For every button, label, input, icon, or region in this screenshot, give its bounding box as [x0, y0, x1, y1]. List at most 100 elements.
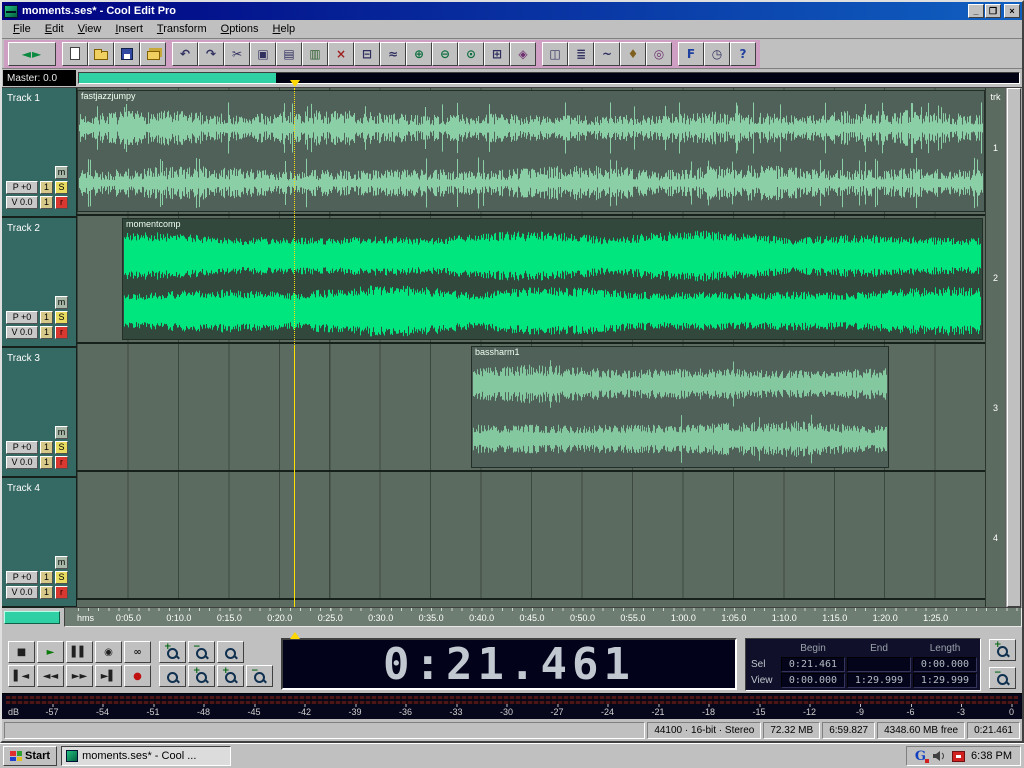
view-end-value[interactable]: 1:29.999 [847, 672, 911, 688]
waveform-lanes[interactable]: fastjazzjumpy momentcomp bassharm1 [77, 88, 985, 607]
menu-options[interactable]: Options [214, 21, 266, 37]
play-button[interactable]: ► [37, 641, 64, 663]
go-to-end-button[interactable]: ►▌ [95, 665, 122, 687]
playhead-marker-top[interactable] [290, 80, 300, 92]
delete-selection-button[interactable]: × [328, 41, 354, 66]
track-name[interactable]: Track 2 [2, 218, 76, 234]
track-1-lane[interactable]: fastjazzjumpy [77, 88, 985, 216]
cue-list-window-button[interactable]: ♦ [620, 41, 646, 66]
track-name[interactable]: Track 1 [2, 88, 76, 104]
zoom-in-vertical-button[interactable]: + [989, 639, 1016, 661]
sel-length-value[interactable]: 0:00.000 [913, 656, 977, 672]
paste-button[interactable]: ▤ [276, 41, 302, 66]
track-bus-button[interactable]: 1 [40, 181, 53, 194]
stop-button[interactable]: ■ [8, 641, 35, 663]
close-button[interactable]: × [1004, 4, 1020, 18]
timeline-ruler[interactable]: hms 0:05.0 0:10.0 0:15.0 0:20.0 0:25.0 0:30.0… [64, 607, 1022, 627]
session-clock-button[interactable]: ◷ [704, 41, 730, 66]
trim-button[interactable]: ⊟ [354, 41, 380, 66]
vertical-scrollbar[interactable] [1005, 88, 1022, 607]
track-bus-button[interactable]: 1 [40, 196, 53, 209]
save-session-button[interactable] [114, 41, 140, 66]
level-meter[interactable]: dB -57 -54 -51 -48 -45 -42 -39 -36 -33 -30 -27 -24-… [2, 693, 1022, 719]
track-solo-button[interactable]: S [55, 441, 68, 454]
vertical-scrollbar-thumb[interactable] [1007, 88, 1021, 607]
menu-insert[interactable]: Insert [108, 21, 150, 37]
track-mute-button[interactable]: m [55, 556, 68, 569]
zoom-out-horizontal-button[interactable]: − [188, 641, 215, 663]
multitrack-view-toggle-button[interactable]: ◄► [8, 41, 56, 66]
mix-paste-button[interactable]: ▥ [302, 41, 328, 66]
track-name[interactable]: Track 4 [2, 478, 76, 494]
group-blocks-button[interactable]: ◈ [510, 41, 536, 66]
track-mute-button[interactable]: m [55, 166, 68, 179]
track-4-lane[interactable] [77, 472, 985, 600]
maximize-button[interactable]: ❐ [985, 4, 1001, 18]
undo-button[interactable]: ↶ [172, 41, 198, 66]
organizer-window-button[interactable]: ◫ [542, 41, 568, 66]
session-overview-bar[interactable] [78, 72, 1020, 84]
zoom-in-left-edge-button[interactable]: + [188, 665, 215, 687]
save-all-button[interactable] [140, 41, 166, 66]
taskbar-task-button[interactable]: moments.ses* - Cool ... [61, 746, 232, 766]
record-button[interactable]: ● [124, 665, 151, 687]
track-solo-button[interactable]: S [55, 181, 68, 194]
menu-edit[interactable]: Edit [38, 21, 71, 37]
menu-file[interactable]: File [6, 21, 38, 37]
menu-view[interactable]: View [71, 21, 109, 37]
sel-end-value[interactable] [847, 656, 911, 672]
clip-fastjazzjumpy[interactable]: fastjazzjumpy [77, 90, 985, 212]
help-button[interactable]: ? [730, 41, 756, 66]
track-bus-button[interactable]: 1 [40, 326, 53, 339]
track-pan-button[interactable]: P +0 [6, 311, 38, 324]
zoom-in-horizontal-button[interactable]: + [159, 641, 186, 663]
crossfade-button[interactable]: ≈ [380, 41, 406, 66]
track-record-button[interactable]: r [55, 326, 68, 339]
track-pan-button[interactable]: P +0 [6, 441, 38, 454]
track-name[interactable]: Track 3 [2, 348, 76, 364]
track-record-button[interactable]: r [55, 196, 68, 209]
clip-momentcomp[interactable]: momentcomp [122, 218, 983, 340]
loop-button[interactable]: ∞ [124, 641, 151, 663]
track-pan-button[interactable]: P +0 [6, 181, 38, 194]
sel-begin-value[interactable]: 0:21.461 [781, 656, 845, 672]
pause-button[interactable]: ▌▌ [66, 641, 93, 663]
go-to-beginning-button[interactable]: ▌◄ [8, 665, 35, 687]
track-2-lane[interactable]: momentcomp [77, 216, 985, 344]
track-bus-button[interactable]: 1 [40, 571, 53, 584]
track-volume-button[interactable]: V 0.0 [6, 586, 38, 599]
track-solo-button[interactable]: S [55, 311, 68, 324]
fast-forward-button[interactable]: ►► [66, 665, 93, 687]
cd-player-window-button[interactable]: ◎ [646, 41, 672, 66]
getright-tray-icon[interactable]: G [915, 749, 930, 764]
new-session-button[interactable] [62, 41, 88, 66]
zoom-out-full-button[interactable]: − [246, 665, 273, 687]
zoom-out-button[interactable]: ⊖ [432, 41, 458, 66]
track-bus-button[interactable]: 1 [40, 456, 53, 469]
snapping-button[interactable]: ⊞ [484, 41, 510, 66]
track-3-lane[interactable]: bassharm1 [77, 344, 985, 472]
volume-icon[interactable] [932, 750, 946, 762]
start-button[interactable]: Start [3, 746, 58, 766]
menu-help[interactable]: Help [266, 21, 303, 37]
zoom-in-button[interactable]: ⊕ [406, 41, 432, 66]
copy-button[interactable]: ▣ [250, 41, 276, 66]
time-display[interactable]: 0:21.461 [281, 638, 737, 690]
track-mute-button[interactable]: m [55, 296, 68, 309]
mixers-window-button[interactable]: ≣ [568, 41, 594, 66]
zoom-in-right-edge-button[interactable]: + [217, 665, 244, 687]
zoom-out-vertical-button[interactable]: − [989, 667, 1016, 689]
envelopes-window-button[interactable]: ~ [594, 41, 620, 66]
play-to-end-button[interactable]: ◉ [95, 641, 122, 663]
title-bar[interactable]: moments.ses* - Cool Edit Pro _ ❐ × [2, 2, 1022, 20]
view-begin-value[interactable]: 0:00.000 [781, 672, 845, 688]
zoom-to-selection-button[interactable] [159, 665, 186, 687]
track-solo-button[interactable]: S [55, 571, 68, 584]
horizontal-scroll-thumb[interactable] [4, 610, 60, 624]
cut-button[interactable]: ✂ [224, 41, 250, 66]
tray-clock[interactable]: 6:38 PM [971, 750, 1012, 762]
redo-button[interactable]: ↷ [198, 41, 224, 66]
track-mute-button[interactable]: m [55, 426, 68, 439]
track-bus-button[interactable]: 1 [40, 586, 53, 599]
track-record-button[interactable]: r [55, 586, 68, 599]
